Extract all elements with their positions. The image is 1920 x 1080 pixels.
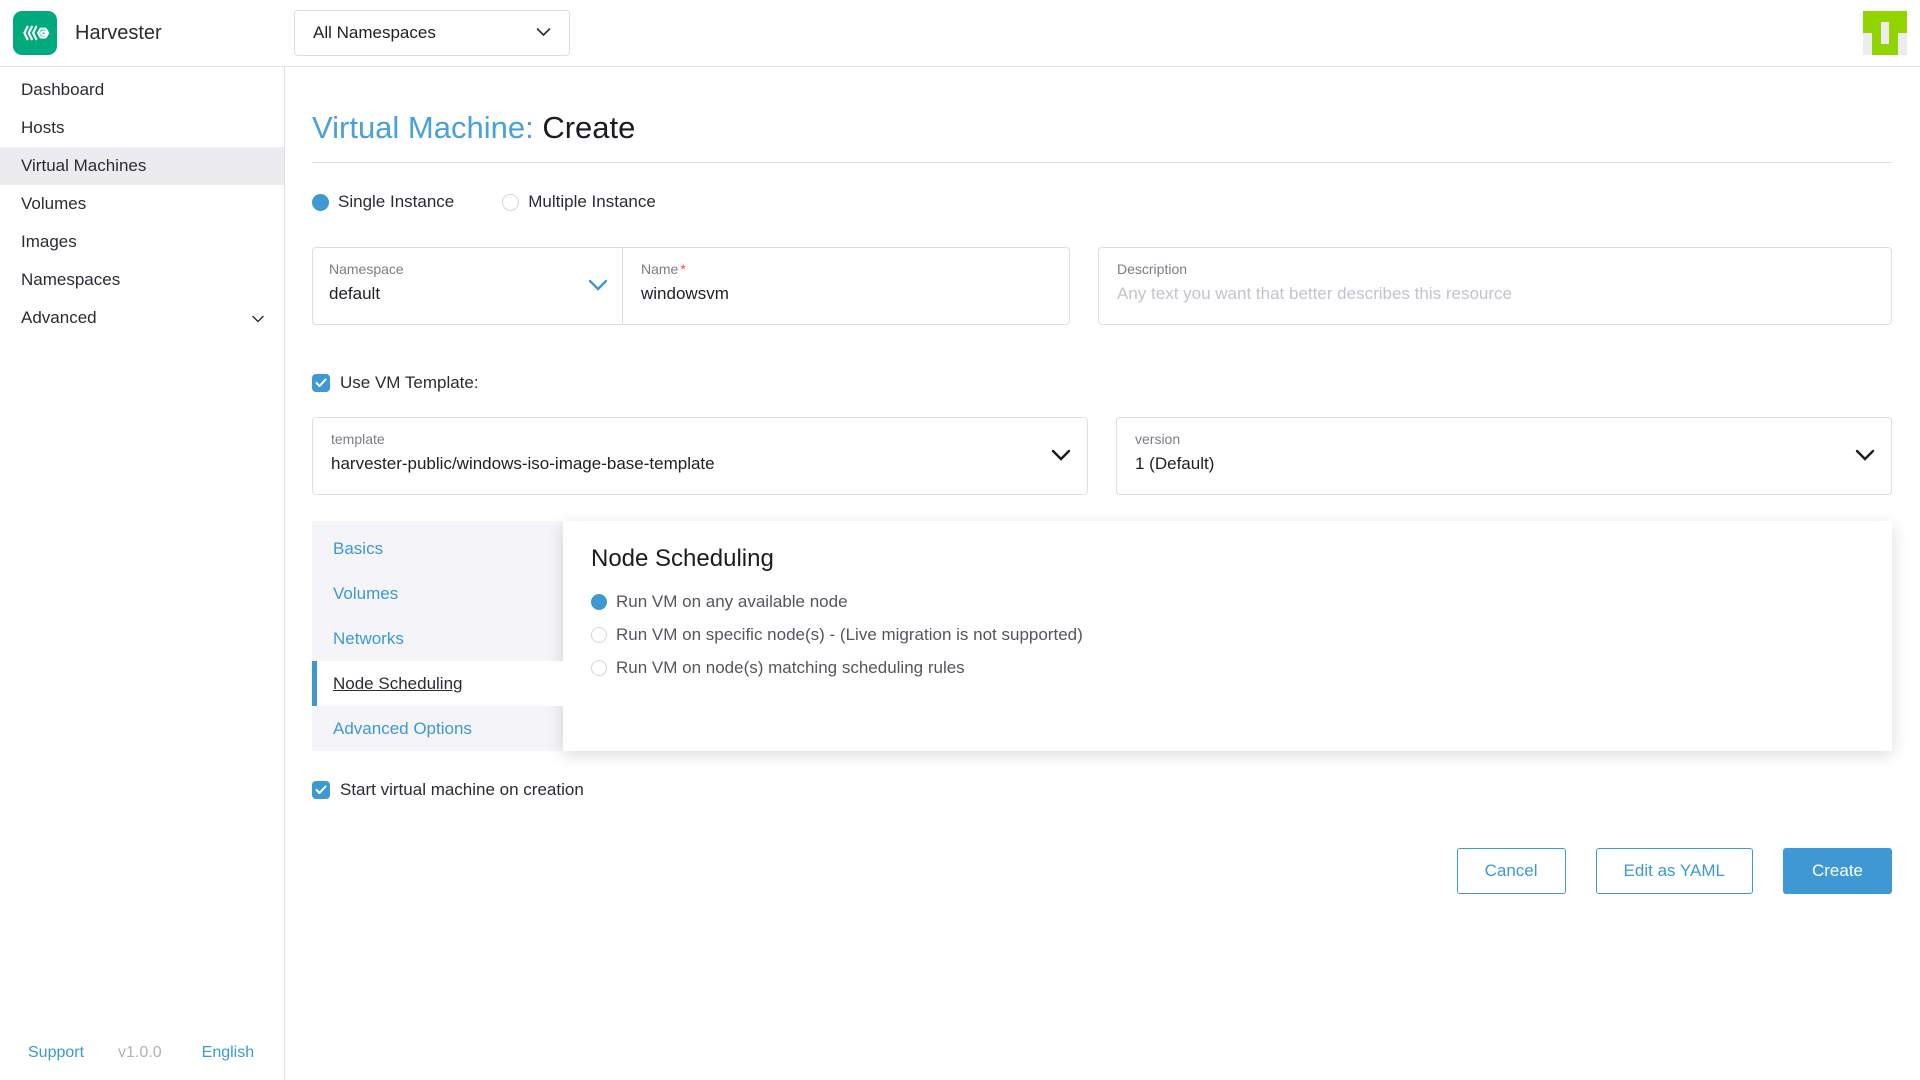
tab-volumes[interactable]: Volumes bbox=[312, 571, 563, 616]
support-link[interactable]: Support bbox=[28, 1044, 84, 1062]
template-select[interactable]: template harvester-public/windows-iso-im… bbox=[312, 417, 1088, 495]
sidebar-item-dashboard[interactable]: Dashboard bbox=[0, 71, 284, 109]
use-vm-template-checkbox[interactable]: Use VM Template: bbox=[312, 373, 1892, 393]
tab-label: Basics bbox=[333, 539, 383, 559]
radio-unselected-icon bbox=[591, 660, 607, 676]
tab-label: Networks bbox=[333, 629, 404, 649]
sidebar-item-advanced[interactable]: Advanced bbox=[0, 299, 284, 337]
sidebar-item-images[interactable]: Images bbox=[0, 223, 284, 261]
name-row: Namespace default Name* windowsvm Descri… bbox=[312, 247, 1892, 325]
chevron-down-icon bbox=[536, 24, 551, 42]
chevron-down-icon bbox=[252, 308, 264, 328]
start-on-creation-checkbox[interactable]: Start virtual machine on creation bbox=[312, 780, 1892, 800]
sidebar-item-volumes[interactable]: Volumes bbox=[0, 185, 284, 223]
template-label: template bbox=[331, 431, 1069, 447]
tab-basics[interactable]: Basics bbox=[312, 526, 563, 571]
version-select[interactable]: version 1 (Default) bbox=[1116, 417, 1892, 495]
tab-label: Node Scheduling bbox=[333, 674, 462, 694]
name-field[interactable]: Name* windowsvm bbox=[623, 248, 1069, 324]
sidebar-item-namespaces[interactable]: Namespaces bbox=[0, 261, 284, 299]
description-field[interactable]: Description Any text you want that bette… bbox=[1098, 247, 1892, 325]
description-label: Description bbox=[1117, 261, 1873, 277]
edit-as-yaml-button[interactable]: Edit as YAML bbox=[1596, 848, 1753, 894]
version-value: 1 (Default) bbox=[1135, 454, 1873, 474]
template-row: template harvester-public/windows-iso-im… bbox=[312, 417, 1892, 495]
cancel-button[interactable]: Cancel bbox=[1457, 848, 1566, 894]
top-bar: Harvester All Namespaces bbox=[0, 0, 1920, 67]
radio-any-available-node[interactable]: Run VM on any available node bbox=[591, 592, 1864, 612]
sidebar-item-label: Namespaces bbox=[21, 270, 120, 290]
scheduling-options: Run VM on any available node Run VM on s… bbox=[591, 592, 1864, 678]
chevron-down-icon bbox=[1051, 448, 1071, 466]
checkbox-label: Start virtual machine on creation bbox=[340, 780, 584, 800]
name-label: Name* bbox=[641, 261, 1051, 277]
node-scheduling-panel: Node Scheduling Run VM on any available … bbox=[563, 521, 1892, 751]
radio-selected-icon bbox=[591, 594, 607, 610]
radio-label: Run VM on specific node(s) - (Live migra… bbox=[616, 625, 1083, 645]
radio-selected-icon bbox=[312, 194, 329, 211]
sidebar-item-label: Volumes bbox=[21, 194, 86, 214]
sidebar: Dashboard Hosts Virtual Machines Volumes… bbox=[0, 67, 285, 1080]
checkbox-checked-icon bbox=[312, 374, 330, 392]
required-marker: * bbox=[680, 261, 685, 277]
radio-multiple-instance[interactable]: Multiple Instance bbox=[502, 192, 656, 212]
app-title: Harvester bbox=[75, 22, 162, 45]
radio-matching-scheduling-rules[interactable]: Run VM on node(s) matching scheduling ru… bbox=[591, 658, 1864, 678]
sidebar-item-virtual-machines[interactable]: Virtual Machines bbox=[0, 147, 284, 185]
main-content: Virtual Machine: Create Single Instance … bbox=[285, 67, 1920, 894]
radio-single-instance[interactable]: Single Instance bbox=[312, 192, 454, 212]
language-link[interactable]: English bbox=[202, 1044, 254, 1062]
name-value: windowsvm bbox=[641, 284, 1051, 304]
radio-label: Multiple Instance bbox=[528, 192, 656, 212]
sidebar-item-hosts[interactable]: Hosts bbox=[0, 109, 284, 147]
user-avatar[interactable] bbox=[1863, 11, 1907, 55]
namespace-select[interactable]: Namespace default bbox=[313, 248, 623, 324]
checkbox-label: Use VM Template: bbox=[340, 373, 479, 393]
sidebar-item-label: Virtual Machines bbox=[21, 156, 146, 176]
radio-specific-nodes[interactable]: Run VM on specific node(s) - (Live migra… bbox=[591, 625, 1864, 645]
form-actions: Cancel Edit as YAML Create bbox=[312, 848, 1892, 894]
sidebar-item-label: Hosts bbox=[21, 118, 64, 138]
template-value: harvester-public/windows-iso-image-base-… bbox=[331, 454, 1069, 474]
harvester-logo-icon[interactable] bbox=[13, 11, 57, 55]
tab-label: Volumes bbox=[333, 584, 398, 604]
radio-unselected-icon bbox=[502, 194, 519, 211]
sidebar-item-label: Images bbox=[21, 232, 77, 252]
tab-advanced-options[interactable]: Advanced Options bbox=[312, 706, 563, 751]
namespace-filter-value: All Namespaces bbox=[313, 23, 436, 43]
page-title: Virtual Machine: Create bbox=[312, 110, 1892, 146]
checkbox-checked-icon bbox=[312, 781, 330, 799]
namespace-filter-dropdown[interactable]: All Namespaces bbox=[294, 10, 570, 56]
sidebar-item-label: Advanced bbox=[21, 308, 97, 328]
page-title-resource: Virtual Machine: bbox=[312, 110, 534, 145]
namespace-label: Namespace bbox=[329, 261, 606, 277]
radio-label: Run VM on node(s) matching scheduling ru… bbox=[616, 658, 965, 678]
description-placeholder: Any text you want that better describes … bbox=[1117, 284, 1873, 304]
radio-unselected-icon bbox=[591, 627, 607, 643]
title-divider bbox=[312, 162, 1892, 163]
chevron-down-icon bbox=[588, 278, 608, 296]
chevron-down-icon bbox=[1855, 448, 1875, 466]
brand: Harvester bbox=[13, 11, 162, 55]
instance-mode-group: Single Instance Multiple Instance bbox=[312, 192, 1892, 212]
radio-label: Run VM on any available node bbox=[616, 592, 848, 612]
tab-node-scheduling[interactable]: Node Scheduling bbox=[312, 661, 563, 706]
sidebar-item-label: Dashboard bbox=[21, 80, 104, 100]
tab-label: Advanced Options bbox=[333, 719, 472, 739]
version-label: v1.0.0 bbox=[118, 1044, 162, 1062]
config-tab-list: Basics Volumes Networks Node Scheduling … bbox=[312, 521, 563, 751]
vm-config-section: Basics Volumes Networks Node Scheduling … bbox=[312, 521, 1892, 751]
radio-label: Single Instance bbox=[338, 192, 454, 212]
sidebar-nav: Dashboard Hosts Virtual Machines Volumes… bbox=[0, 67, 284, 337]
create-button[interactable]: Create bbox=[1783, 848, 1892, 894]
namespace-name-box: Namespace default Name* windowsvm bbox=[312, 247, 1070, 325]
sidebar-footer: Support v1.0.0 English bbox=[0, 1044, 284, 1062]
panel-heading: Node Scheduling bbox=[591, 545, 1864, 573]
tab-networks[interactable]: Networks bbox=[312, 616, 563, 661]
page-title-action: Create bbox=[542, 110, 635, 145]
version-label: version bbox=[1135, 431, 1873, 447]
namespace-value: default bbox=[329, 284, 606, 304]
